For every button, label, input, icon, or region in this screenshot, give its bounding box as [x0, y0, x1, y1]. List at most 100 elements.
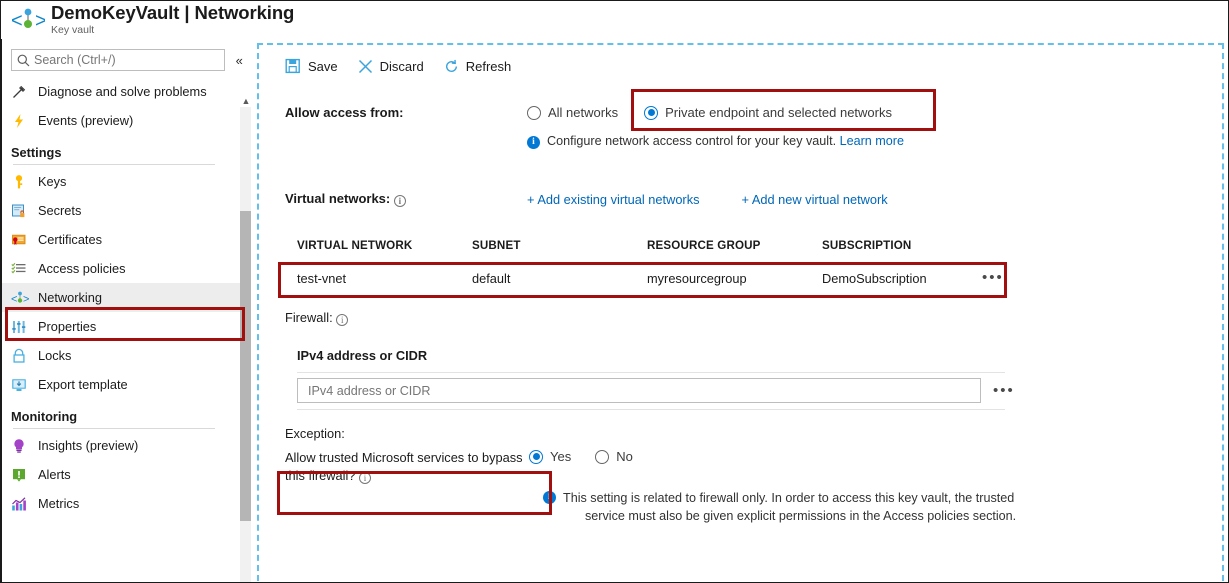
info-circle-icon[interactable]: i [336, 314, 349, 326]
sidebar-item-label: Export template [38, 376, 128, 392]
search-input[interactable] [34, 53, 214, 67]
column-header-subscription: SUBSCRIPTION [822, 239, 912, 252]
access-info-line: i Configure network access control for y… [527, 134, 1222, 149]
radio-label-private-endpoint: Private endpoint and selected networks [665, 105, 892, 120]
sliders-icon [11, 319, 35, 335]
list-check-icon [11, 261, 35, 277]
collapse-sidebar-icon[interactable]: « [227, 49, 251, 71]
column-header-virtual-network: VIRTUAL NETWORK [297, 239, 413, 252]
save-icon [285, 58, 301, 74]
sidebar-item-events-preview[interactable]: Events (preview) [1, 106, 251, 135]
ipv4-field-context-menu-button[interactable]: ••• [993, 383, 1015, 398]
sidebar-item-diagnose-and-solve-problems[interactable]: Diagnose and solve problems [1, 77, 251, 106]
sidebar-item-certificates[interactable]: Certificates [1, 225, 251, 254]
add-existing-virtual-networks-link[interactable]: + Add existing virtual networks [527, 192, 700, 207]
virtual-networks-row: Virtual networks: i + Add existing virtu… [285, 191, 1222, 207]
sidebar-group-divider [13, 428, 215, 429]
sidebar-item-label: Insights (preview) [38, 437, 139, 453]
radio-exception-yes[interactable]: Yes [529, 449, 571, 464]
sidebar-item-label: Certificates [38, 231, 103, 247]
radio-all-networks[interactable]: All networks [527, 105, 618, 120]
virtual-networks-actions: + Add existing virtual networks + Add ne… [527, 191, 888, 207]
add-new-virtual-network-link[interactable]: + Add new virtual network [742, 192, 888, 207]
exception-question: Allow trusted Microsoft services to bypa… [285, 449, 543, 485]
sidebar-item-networking[interactable]: < > Networking [1, 283, 251, 312]
radio-label-yes: Yes [550, 449, 572, 464]
wrench-icon [11, 84, 35, 100]
column-header-subnet: SUBNET [472, 239, 521, 252]
sidebar-item-label: Networking [38, 289, 103, 305]
exception-note: i This setting is related to firewall on… [543, 489, 1222, 525]
discard-button[interactable]: Discard [358, 59, 424, 74]
page-header-text: DemoKeyVault | Networking Key vault [51, 3, 294, 37]
exception-row: Allow trusted Microsoft services to bypa… [285, 449, 1222, 485]
allow-access-from-label: Allow access from: [285, 105, 404, 120]
alert-icon [11, 467, 35, 483]
sidebar-item-label: Access policies [38, 260, 126, 276]
sidebar-item-locks[interactable]: Locks [1, 341, 251, 370]
sidebar-item-secrets[interactable]: Secrets [1, 196, 251, 225]
allow-access-from-options: All networks Private endpoint and select… [527, 105, 892, 120]
info-circle-icon[interactable]: i [393, 195, 406, 207]
radio-label-no: No [616, 449, 633, 464]
sidebar-item-keys[interactable]: Keys [1, 167, 251, 196]
sidebar-item-export-template[interactable]: Export template [1, 370, 251, 399]
cell-virtual-network: test-vnet [297, 270, 347, 286]
save-button[interactable]: Save [285, 58, 338, 74]
virtual-networks-label-text: Virtual networks: [285, 191, 391, 206]
table-row[interactable]: test-vnet default myresourcegroup DemoSu… [285, 261, 1005, 296]
refresh-icon [444, 59, 459, 74]
info-circle-icon[interactable]: i [358, 472, 371, 484]
sidebar-item-alerts[interactable]: Alerts [1, 460, 251, 489]
column-header-resource-group: RESOURCE GROUP [647, 239, 761, 252]
sidebar-scroll-up-arrow[interactable]: ▲ [240, 95, 251, 107]
allow-access-from-row: Allow access from: All networks Private … [285, 105, 1222, 120]
refresh-button[interactable]: Refresh [444, 59, 511, 74]
networking-form: Allow access from: All networks Private … [259, 105, 1222, 525]
svg-text:<: < [11, 293, 17, 305]
key-icon [11, 174, 35, 190]
sidebar-group-divider [13, 164, 215, 165]
exception-note-line1: This setting is related to firewall only… [563, 491, 1015, 505]
ipv4-address-or-cidr-input[interactable] [306, 382, 980, 399]
radio-exception-no[interactable]: No [595, 449, 633, 464]
networking-icon: < > [11, 5, 47, 35]
discard-label: Discard [379, 58, 424, 74]
access-info-text: Configure network access control for you… [547, 134, 837, 148]
ipv4-field-row: ••• [297, 378, 1222, 403]
svg-text:>: > [35, 10, 45, 32]
sidebar-item-label: Keys [38, 173, 67, 189]
cell-subscription: DemoSubscription [822, 270, 927, 286]
page-subtitle: Key vault [51, 24, 95, 36]
virtual-networks-label: Virtual networks: i [285, 191, 527, 207]
sidebar-nav-list: Diagnose and solve problems Events (prev… [1, 77, 251, 518]
firewall-label: Firewall: i [285, 310, 1222, 326]
search-box[interactable] [11, 49, 226, 71]
row-context-menu-button[interactable]: ••• [982, 270, 1004, 285]
save-label: Save [308, 58, 338, 74]
ipv4-field-group: IPv4 address or CIDR ••• [297, 348, 1222, 410]
ipv4-field-bottom-divider [297, 409, 1005, 410]
exception-note-line2: service must also be given explicit perm… [585, 509, 1017, 523]
sidebar-group-settings: Settings [11, 145, 62, 160]
virtual-networks-table: VIRTUAL NETWORK SUBNET RESOURCE GROUP SU… [285, 239, 1005, 296]
sidebar-item-label: Properties [38, 318, 97, 334]
info-icon: i [527, 136, 540, 149]
ipv4-address-or-cidr-field[interactable] [297, 378, 981, 403]
learn-more-link[interactable]: Learn more [840, 134, 904, 148]
sidebar-item-access-policies[interactable]: Access policies [1, 254, 251, 283]
sidebar-item-label: Secrets [38, 202, 82, 218]
exception-options: Yes No [529, 449, 633, 464]
firewall-label-text: Firewall: [285, 310, 333, 325]
sidebar-item-label: Events (preview) [38, 112, 134, 128]
radio-dot-all-networks [527, 105, 541, 120]
radio-private-endpoint-and-selected-networks[interactable]: Private endpoint and selected networks [644, 105, 892, 120]
sidebar-scrollbar-thumb[interactable] [240, 211, 251, 521]
sidebar-item-properties[interactable]: Properties [1, 312, 251, 341]
sidebar-item-metrics[interactable]: Metrics [1, 489, 251, 518]
export-template-icon [11, 377, 35, 393]
sidebar-item-insights-preview[interactable]: Insights (preview) [1, 431, 251, 460]
sidebar-item-label: Locks [38, 347, 72, 363]
metrics-chart-icon [11, 496, 35, 512]
page-header: < > DemoKeyVault | Networking Key vault [1, 1, 1228, 39]
